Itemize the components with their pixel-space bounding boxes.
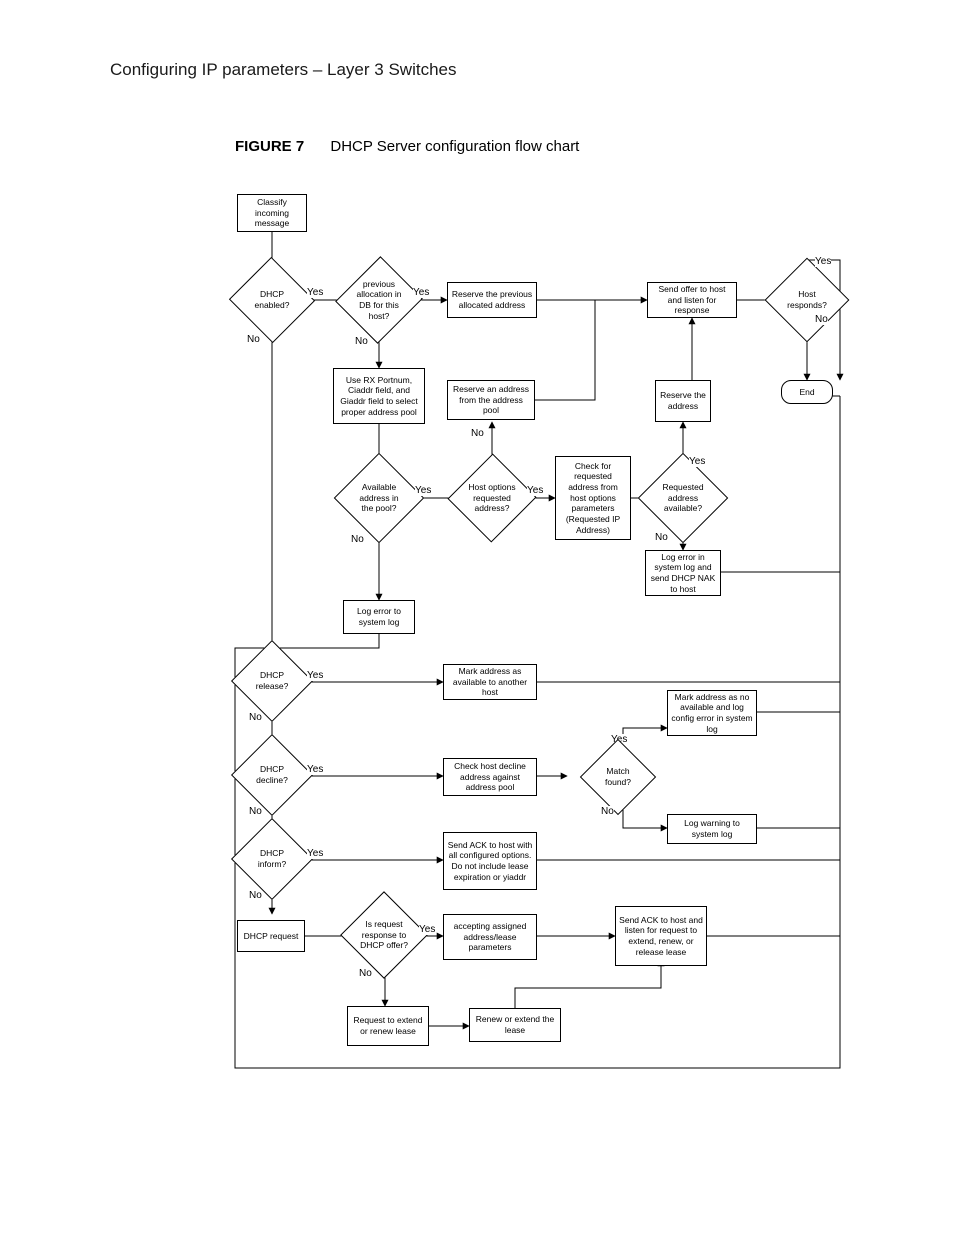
node-send-ack-listen: Send ACK to host and listen for request …	[615, 906, 707, 966]
label-no: No	[601, 806, 614, 817]
node-dhcp-inform: DHCP inform?	[243, 830, 301, 888]
node-send-offer: Send offer to host and listen for respon…	[647, 282, 737, 318]
node-match-found: Match found?	[591, 750, 645, 804]
node-mark-avail: Mark address as available to another hos…	[443, 664, 537, 700]
node-log-err: Log error to system log	[343, 600, 415, 634]
label-no: No	[655, 532, 668, 543]
node-log-nak: Log error in system log and send DHCP NA…	[645, 550, 721, 596]
node-reserve-pool: Reserve an address from the address pool	[447, 380, 535, 420]
node-end: End	[781, 380, 833, 404]
node-host-responds: Host responds?	[777, 270, 837, 330]
node-avail-pool: Available address in the pool?	[347, 466, 411, 530]
node-use-rx: Use RX Portnum, Ciaddr field, and Giaddr…	[333, 368, 425, 424]
node-dhcp-request: DHCP request	[237, 920, 305, 952]
node-classify: Classify incoming message	[237, 194, 307, 232]
flowchart-connectors	[215, 188, 855, 1108]
node-reserve-addr: Reserve the address	[655, 380, 711, 422]
label-no: No	[247, 334, 260, 345]
label-no: No	[815, 314, 828, 325]
figure-title: DHCP Server configuration flow chart	[330, 138, 579, 155]
figure-number: FIGURE 7	[235, 138, 304, 155]
label-yes: Yes	[815, 256, 831, 267]
node-check-decline: Check host decline address against addre…	[443, 758, 537, 796]
node-mark-noavail: Mark address as no available and log con…	[667, 690, 757, 736]
node-host-opts: Host options requested address?	[461, 466, 523, 530]
node-log-warn: Log warning to system log	[667, 814, 757, 844]
node-accepting: accepting assigned address/lease paramet…	[443, 914, 537, 960]
node-dhcp-decline: DHCP decline?	[243, 746, 301, 804]
node-check-req: Check for requested address from host op…	[555, 456, 631, 540]
node-send-ack-inform: Send ACK to host with all configured opt…	[443, 832, 537, 890]
node-prev-alloc: previous allocation in DB for this host?	[349, 268, 409, 332]
label-yes: Yes	[413, 287, 429, 298]
label-no: No	[351, 534, 364, 545]
node-req-avail: Requested address available?	[651, 466, 715, 530]
figure-caption: FIGURE 7 DHCP Server configuration flow …	[235, 138, 579, 155]
label-yes: Yes	[527, 485, 543, 496]
node-dhcp-enabled: DHCP enabled?	[241, 270, 303, 330]
label-no: No	[355, 336, 368, 347]
label-yes: Yes	[415, 485, 431, 496]
label-yes: Yes	[307, 670, 323, 681]
page-header: Configuring IP parameters – Layer 3 Swit…	[110, 60, 456, 80]
label-yes: Yes	[307, 848, 323, 859]
label-yes: Yes	[307, 764, 323, 775]
node-reserve-prev: Reserve the previous allocated address	[447, 282, 537, 318]
label-no: No	[249, 806, 262, 817]
label-no: No	[359, 968, 372, 979]
node-req-extend: Request to extend or renew lease	[347, 1006, 429, 1046]
label-yes: Yes	[307, 287, 323, 298]
document-page: Configuring IP parameters – Layer 3 Swit…	[0, 0, 954, 1235]
label-yes: Yes	[689, 456, 705, 467]
node-renew-extend: Renew or extend the lease	[469, 1008, 561, 1042]
label-no: No	[471, 428, 484, 439]
node-dhcp-release: DHCP release?	[243, 652, 301, 710]
node-is-resp: Is request response to DHCP offer?	[353, 904, 415, 966]
flowchart: Classify incoming message DHCP enabled? …	[215, 188, 855, 1108]
label-no: No	[249, 712, 262, 723]
label-yes: Yes	[419, 924, 435, 935]
label-no: No	[249, 890, 262, 901]
